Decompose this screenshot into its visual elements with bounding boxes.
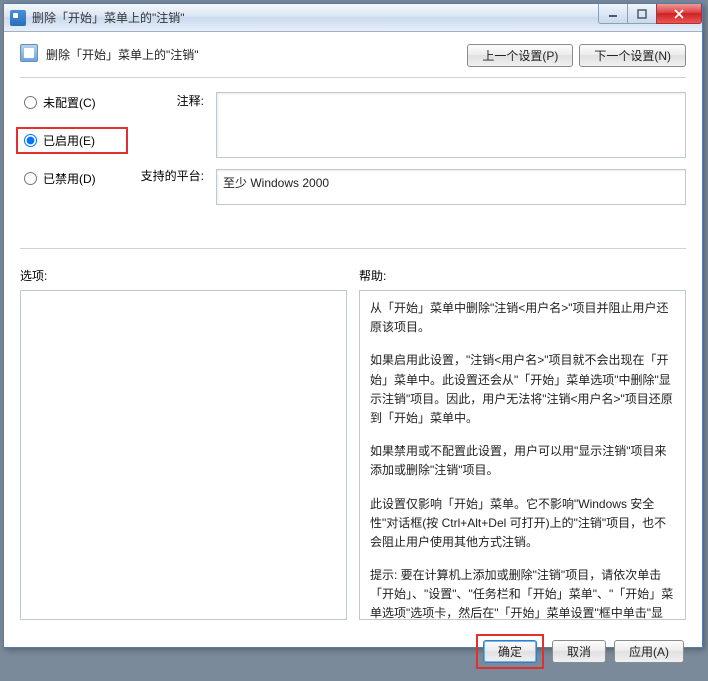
options-panel[interactable]	[20, 290, 347, 620]
header-row: 删除「开始」菜单上的"注销" 上一个设置(P) 下一个设置(N)	[20, 44, 686, 67]
content-area: 删除「开始」菜单上的"注销" 上一个设置(P) 下一个设置(N) 未配置(C) …	[4, 32, 702, 681]
ok-label: 确定	[498, 645, 522, 659]
help-paragraph-2: 如果启用此设置，"注销<用户名>"项目就不会出现在「开始」菜单中。此设置还会从"…	[370, 351, 675, 428]
supported-platform-box: 至少 Windows 2000	[216, 169, 686, 205]
ok-button[interactable]: 确定	[483, 640, 537, 663]
radio-not-configured[interactable]: 未配置(C)	[20, 92, 128, 113]
options-column: 选项:	[20, 267, 347, 620]
apply-label: 应用(A)	[629, 645, 669, 659]
previous-setting-button[interactable]: 上一个设置(P)	[467, 44, 573, 67]
close-icon	[674, 9, 684, 19]
previous-setting-label: 上一个设置(P)	[482, 49, 558, 63]
help-paragraph-5: 提示: 要在计算机上添加或删除"注销"项目，请依次单击「开始」、"设置"、"任务…	[370, 566, 675, 620]
supported-platform-text: 至少 Windows 2000	[223, 176, 329, 190]
radio-not-configured-label: 未配置(C)	[43, 94, 96, 111]
comment-label: 注释:	[140, 92, 204, 109]
help-label: 帮助:	[359, 267, 686, 284]
help-paragraph-3: 如果禁用或不配置此设置，用户可以用"显示注销"项目来添加或删除"注销"项目。	[370, 442, 675, 480]
config-row: 未配置(C) 已启用(E) 已禁用(D) 注释: 支持的平台: 至少 Wind	[20, 92, 686, 242]
minimize-button[interactable]	[598, 4, 628, 24]
close-button[interactable]	[656, 4, 702, 24]
cancel-button[interactable]: 取消	[552, 640, 606, 663]
footer-buttons: 确定 取消 应用(A)	[20, 634, 686, 669]
maximize-icon	[637, 9, 647, 19]
maximize-button[interactable]	[627, 4, 657, 24]
radio-disabled-input[interactable]	[24, 172, 37, 185]
window-title: 删除「开始」菜单上的"注销"	[32, 9, 185, 26]
comment-textarea[interactable]	[216, 92, 686, 158]
field-values: 至少 Windows 2000	[216, 92, 686, 205]
next-setting-label: 下一个设置(N)	[594, 49, 671, 63]
help-panel[interactable]: 从「开始」菜单中删除"注销<用户名>"项目并阻止用户还原该项目。 如果启用此设置…	[359, 290, 686, 620]
separator	[20, 77, 686, 78]
ok-highlight-box: 确定	[476, 634, 544, 669]
dialog-window: 删除「开始」菜单上的"注销" 删除「开始」菜单上的"注销" 上一个设置(P) 下…	[3, 3, 703, 648]
window-controls	[599, 4, 702, 25]
radio-enabled-label: 已启用(E)	[43, 132, 95, 149]
app-icon	[10, 10, 26, 26]
help-paragraph-1: 从「开始」菜单中删除"注销<用户名>"项目并阻止用户还原该项目。	[370, 299, 675, 337]
radio-enabled-input[interactable]	[24, 134, 37, 147]
options-label: 选项:	[20, 267, 347, 284]
policy-icon	[20, 44, 38, 62]
cancel-label: 取消	[567, 645, 591, 659]
separator-2	[20, 248, 686, 249]
nav-buttons: 上一个设置(P) 下一个设置(N)	[467, 44, 686, 67]
radio-disabled-label: 已禁用(D)	[43, 170, 96, 187]
supported-label: 支持的平台:	[140, 167, 204, 184]
help-paragraph-4: 此设置仅影响「开始」菜单。它不影响"Windows 安全性"对话框(按 Ctrl…	[370, 495, 675, 553]
panels-row: 选项: 帮助: 从「开始」菜单中删除"注销<用户名>"项目并阻止用户还原该项目。…	[20, 267, 686, 620]
titlebar[interactable]: 删除「开始」菜单上的"注销"	[4, 4, 702, 32]
radio-disabled[interactable]: 已禁用(D)	[20, 168, 128, 189]
next-setting-button[interactable]: 下一个设置(N)	[579, 44, 686, 67]
minimize-icon	[608, 9, 618, 19]
policy-title: 删除「开始」菜单上的"注销"	[46, 44, 467, 63]
radio-group: 未配置(C) 已启用(E) 已禁用(D)	[20, 92, 128, 203]
help-column: 帮助: 从「开始」菜单中删除"注销<用户名>"项目并阻止用户还原该项目。 如果启…	[359, 267, 686, 620]
radio-enabled[interactable]: 已启用(E)	[16, 127, 128, 154]
apply-button[interactable]: 应用(A)	[614, 640, 684, 663]
field-labels: 注释: 支持的平台:	[140, 92, 204, 242]
radio-not-configured-input[interactable]	[24, 96, 37, 109]
